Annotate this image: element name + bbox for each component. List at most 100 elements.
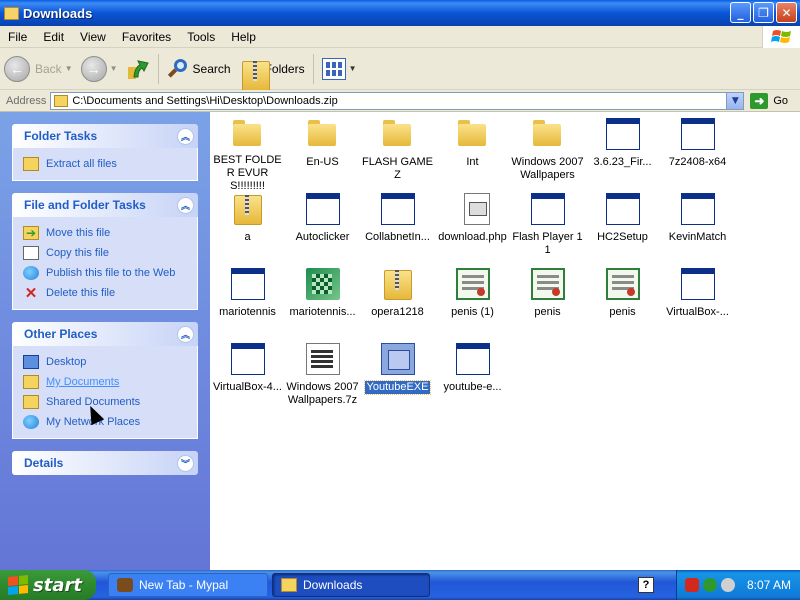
file-item[interactable]: YoutubeEXE — [360, 343, 435, 418]
file-item[interactable]: 7z2408-x64 — [660, 118, 735, 193]
file-item[interactable]: opera1218 — [360, 268, 435, 343]
task-delete-file[interactable]: ✕ Delete this file — [23, 283, 187, 303]
chevron-up-icon[interactable]: ︽ — [177, 127, 194, 145]
file-item[interactable]: CollabnetIn... — [360, 193, 435, 268]
up-folder-icon — [126, 57, 150, 81]
go-button[interactable]: ➜ Go — [750, 92, 788, 109]
panel-title: Details — [24, 456, 64, 470]
title-bar[interactable]: Downloads _ ❐ ✕ — [0, 0, 800, 26]
taskbar-item-downloads[interactable]: Downloads — [272, 573, 430, 597]
file-item[interactable]: VirtualBox-... — [660, 268, 735, 343]
search-icon — [167, 58, 189, 80]
menu-edit[interactable]: Edit — [35, 30, 72, 44]
chevron-up-icon[interactable]: ︽ — [177, 325, 194, 343]
file-name: penis — [609, 306, 636, 318]
taskbar-item-mypal[interactable]: New Tab - Mypal — [108, 573, 268, 597]
back-arrow-icon: ← — [4, 55, 30, 82]
folder-icon — [281, 578, 297, 592]
up-button[interactable] — [122, 52, 154, 86]
menu-favorites[interactable]: Favorites — [114, 30, 179, 44]
file-item[interactable]: En-US — [285, 118, 360, 193]
address-input[interactable] — [72, 94, 713, 107]
file-item[interactable]: VirtualBox-4... — [210, 343, 285, 418]
menu-file[interactable]: File — [0, 30, 35, 44]
details-header[interactable]: Details ︾ — [12, 451, 198, 475]
toolbar-separator — [157, 53, 159, 84]
file-item[interactable]: Int — [435, 118, 510, 193]
file-name: VirtualBox-4... — [213, 381, 282, 393]
task-move-file[interactable]: ➔ Move this file — [23, 223, 187, 243]
minimize-button[interactable]: _ — [730, 2, 751, 23]
menu-tools[interactable]: Tools — [179, 30, 223, 44]
place-my-documents[interactable]: My Documents — [23, 372, 187, 392]
file-folder-tasks-header[interactable]: File and Folder Tasks ︽ — [12, 193, 198, 217]
address-label: Address — [6, 94, 47, 107]
close-button[interactable]: ✕ — [776, 2, 797, 23]
address-field[interactable]: ▼ — [50, 91, 745, 110]
file-name: BEST FOLDER EVURS!!!!!!!!! — [213, 154, 282, 192]
views-button[interactable]: ▼ — [318, 52, 361, 86]
place-network-places[interactable]: My Network Places — [23, 412, 187, 432]
file-item[interactable]: download.php — [435, 193, 510, 268]
exe-icon — [305, 193, 340, 225]
file-item[interactable]: mariotennis — [210, 268, 285, 343]
file-item[interactable]: 3.6.23_Fir... — [585, 118, 660, 193]
file-name: En-US — [306, 156, 339, 168]
place-shared-documents[interactable]: Shared Documents — [23, 392, 187, 412]
file-item[interactable]: penis — [585, 268, 660, 343]
file-item[interactable]: Autoclicker — [285, 193, 360, 268]
menu-view[interactable]: View — [72, 30, 114, 44]
file-item[interactable]: penis — [510, 268, 585, 343]
folder-icon — [4, 6, 19, 20]
help-icon[interactable]: ? — [638, 577, 654, 593]
file-name: KevinMatch — [668, 231, 727, 243]
folder-tasks-panel: Folder Tasks ︽ Extract all files — [12, 124, 198, 181]
other-places-panel: Other Places ︽ Desktop My Documents Shar… — [12, 322, 198, 439]
forward-arrow-icon: → — [80, 55, 107, 82]
file-name: mariotennis... — [289, 306, 356, 318]
chevron-down-icon[interactable]: ︾ — [177, 454, 194, 472]
place-desktop[interactable]: Desktop — [23, 352, 187, 372]
views-icon — [321, 57, 346, 80]
chevron-down-icon[interactable]: ▼ — [65, 64, 73, 73]
task-copy-file[interactable]: Copy this file — [23, 243, 187, 263]
file-item[interactable]: HC2Setup — [585, 193, 660, 268]
file-item[interactable]: penis (1) — [435, 268, 510, 343]
chevron-up-icon[interactable]: ︽ — [177, 196, 194, 214]
forward-button[interactable]: → ▼ — [77, 52, 122, 86]
file-item[interactable]: Windows 2007 Wallpapers.7z — [285, 343, 360, 418]
menu-help[interactable]: Help — [223, 30, 264, 44]
chevron-down-icon[interactable]: ▼ — [110, 64, 118, 73]
file-item[interactable]: youtube-e... — [435, 343, 510, 418]
back-button[interactable]: ← Back ▼ — [0, 52, 77, 86]
network-icon[interactable] — [703, 578, 717, 592]
folder-tasks-header[interactable]: Folder Tasks ︽ — [12, 124, 198, 148]
task-extract-all[interactable]: Extract all files — [23, 154, 187, 174]
file-list-area[interactable]: BEST FOLDER EVURS!!!!!!!!! En-US FLASH GAM… — [210, 112, 800, 570]
other-places-header[interactable]: Other Places ︽ — [12, 322, 198, 346]
maximize-button[interactable]: ❐ — [753, 2, 774, 23]
search-button[interactable]: Search — [163, 52, 235, 86]
file-name: CollabnetIn... — [365, 231, 430, 243]
file-name: download.php — [438, 231, 507, 243]
security-shield-icon[interactable] — [685, 578, 699, 592]
chevron-down-icon[interactable]: ▼ — [726, 92, 744, 109]
file-item[interactable]: FLASH GAMEZ — [360, 118, 435, 193]
folders-button[interactable]: Folders — [235, 52, 309, 91]
file-item[interactable]: Windows 2007 Wallpapers — [510, 118, 585, 193]
file-item[interactable]: KevinMatch — [660, 193, 735, 268]
file-name: FLASH GAMEZ — [362, 156, 433, 181]
file-item[interactable]: BEST FOLDER EVURS!!!!!!!!! — [210, 118, 285, 193]
file-item[interactable]: a — [210, 193, 285, 268]
volume-icon[interactable] — [721, 578, 735, 592]
task-publish-web[interactable]: Publish this file to the Web — [23, 263, 187, 283]
folders-label: Folders — [264, 61, 305, 76]
start-button[interactable]: start — [0, 570, 96, 600]
file-item[interactable]: Flash Player 11 — [510, 193, 585, 268]
taskbar-item-label: New Tab - Mypal — [139, 578, 229, 592]
task-pane: Folder Tasks ︽ Extract all files File an… — [0, 112, 210, 570]
file-item[interactable]: mariotennis... — [285, 268, 360, 343]
system-tray: 8:07 AM — [676, 570, 800, 600]
zip-folder-icon — [381, 268, 415, 300]
chevron-down-icon[interactable]: ▼ — [349, 64, 357, 73]
